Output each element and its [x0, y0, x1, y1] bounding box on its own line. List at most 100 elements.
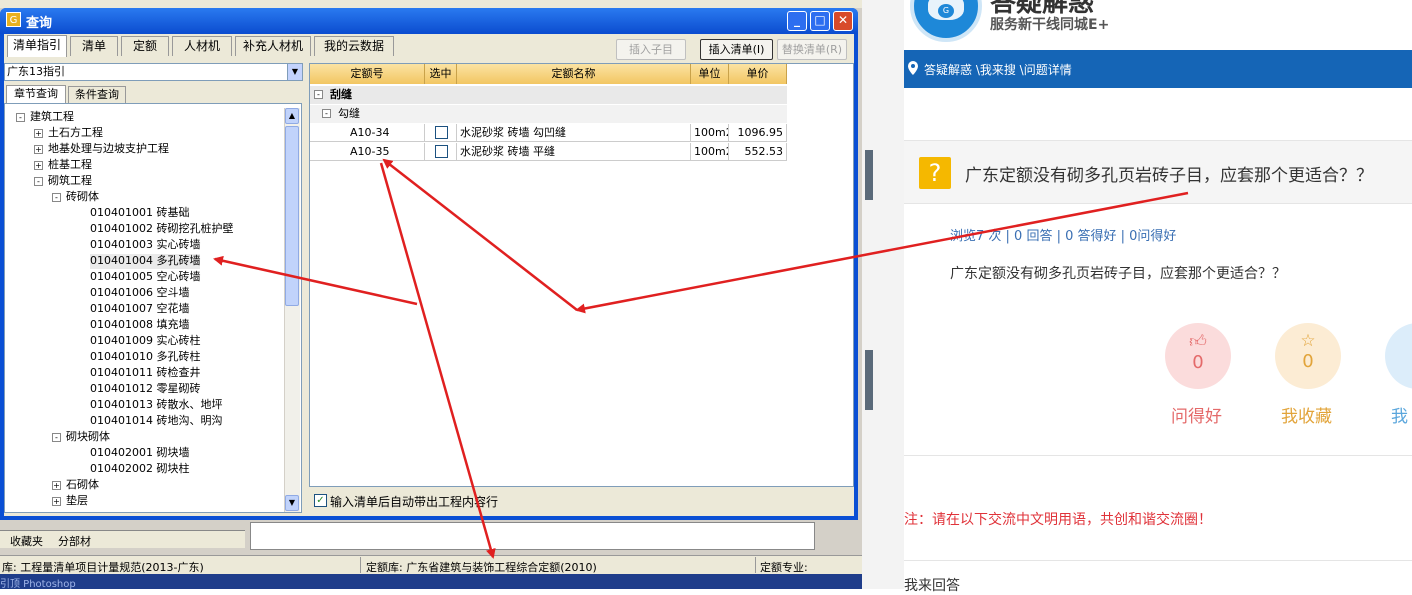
- third-action-label[interactable]: 我: [1391, 402, 1408, 427]
- scroll-down-icon[interactable]: ▼: [285, 495, 299, 511]
- chevron-down-icon[interactable]: ▼: [287, 64, 302, 80]
- collapse-icon[interactable]: -: [52, 433, 61, 442]
- page-gutter: [862, 0, 904, 589]
- civility-notice: 注：请在以下交流中文明用语，共创和谐交流圈！: [904, 512, 1212, 528]
- tab-list-guide[interactable]: 清单指引: [7, 35, 67, 57]
- group-row-scrape-joint[interactable]: - 刮缝: [310, 86, 787, 104]
- background-bottom-tabs: 收藏夹 分部材: [0, 530, 245, 548]
- collapse-icon[interactable]: -: [314, 90, 323, 99]
- tree-node[interactable]: 010401013 砖散水、地坪: [90, 398, 222, 413]
- web-page: [862, 0, 1412, 589]
- favorite-label[interactable]: 我收藏: [1281, 402, 1332, 427]
- insert-child-button[interactable]: 插入子目: [616, 39, 686, 60]
- tab-labor-material[interactable]: 人材机: [172, 36, 232, 56]
- quota-name-cell: 水泥砂浆 砖墙 平缝: [457, 143, 691, 161]
- scroll-up-icon[interactable]: ▲: [285, 108, 299, 124]
- group-row-pointing[interactable]: - 勾缝: [310, 105, 787, 123]
- tree-node[interactable]: 010401002 砖砌挖孔桩护壁: [90, 222, 233, 237]
- row-select-checkbox[interactable]: [435, 126, 448, 139]
- quota-code-cell: A10-35: [310, 143, 425, 161]
- table-row[interactable]: A10-35 水泥砂浆 砖墙 平缝 100m2 552.53: [310, 143, 787, 161]
- tree-node[interactable]: 010401003 实心砖墙: [90, 238, 200, 253]
- divider: [904, 560, 1412, 561]
- collapse-icon[interactable]: -: [52, 193, 61, 202]
- favorite-button[interactable]: ☆ 0: [1275, 323, 1341, 389]
- guide-library-select[interactable]: 广东13指引: [4, 63, 303, 81]
- tree-node[interactable]: 建筑工程: [30, 110, 74, 125]
- tree-node[interactable]: 010401004 多孔砖墙: [90, 254, 201, 269]
- expand-icon[interactable]: +: [52, 497, 61, 506]
- collapse-icon[interactable]: -: [322, 109, 331, 118]
- row-select-checkbox[interactable]: [435, 145, 448, 158]
- maximize-button[interactable]: □: [810, 11, 830, 31]
- tree-node[interactable]: 010401005 空心砖墙: [90, 270, 200, 285]
- status-quota-major: 定额专业:: [760, 561, 808, 574]
- group-label: 刮缝: [330, 88, 352, 101]
- status-list-library: 库: 工程量清单项目计量规范(2013-广东): [2, 561, 204, 574]
- close-button[interactable]: ✕: [833, 11, 853, 31]
- tree-node[interactable]: 砌筑工程: [48, 174, 92, 189]
- tab-list[interactable]: 清单: [70, 36, 118, 56]
- dialog-title: 查询: [26, 16, 53, 31]
- divider: [904, 455, 1412, 456]
- tree-node[interactable]: 010401009 实心砖柱: [90, 334, 200, 349]
- auto-content-checkbox[interactable]: ✓: [314, 494, 327, 507]
- tree-node[interactable]: 010402002 砌块柱: [90, 462, 189, 477]
- tree-node[interactable]: 垫层: [66, 494, 88, 509]
- column-header-unit[interactable]: 单位: [691, 64, 729, 84]
- tree-node[interactable]: 010402001 砌块墙: [90, 446, 189, 461]
- tree-node[interactable]: 010401007 空花墙: [90, 302, 189, 317]
- column-header-quota-name[interactable]: 定额名称: [457, 64, 691, 84]
- auto-content-label: 输入清单后自动带出工程内容行: [330, 495, 499, 509]
- good-question-label[interactable]: 问得好: [1171, 402, 1222, 427]
- dialog-titlebar[interactable]: [0, 8, 858, 34]
- tree-node[interactable]: 砖砌体: [66, 190, 99, 205]
- expand-icon[interactable]: +: [52, 481, 61, 490]
- tab-favorites[interactable]: 收藏夹: [10, 533, 43, 549]
- tab-cloud-data[interactable]: 我的云数据: [314, 36, 394, 56]
- collapse-icon[interactable]: -: [34, 177, 43, 186]
- expand-icon[interactable]: +: [34, 161, 43, 170]
- unit-cell: 100m2: [691, 124, 729, 142]
- table-row[interactable]: A10-34 水泥砂浆 砖墙 勾凹缝 100m2 1096.95: [310, 124, 787, 142]
- expand-icon[interactable]: +: [34, 129, 43, 138]
- column-header-quota-code[interactable]: 定额号: [310, 64, 425, 84]
- tree-scrollbar-thumb[interactable]: [285, 126, 299, 306]
- tree-node[interactable]: 010401011 砖检查井: [90, 366, 200, 381]
- tab-quota[interactable]: 定额: [121, 36, 169, 56]
- question-mark-icon: ?: [919, 157, 951, 189]
- tab-chapter-search[interactable]: 章节查询: [6, 85, 66, 103]
- quota-code-cell: A10-34: [310, 124, 425, 142]
- background-toolbar-strip: [0, 0, 862, 8]
- breadcrumb[interactable]: 答疑解惑 \我来搜 \问题详情: [924, 61, 1072, 78]
- insert-list-button[interactable]: 插入清单(I): [700, 39, 773, 60]
- tree-node[interactable]: 土石方工程: [48, 126, 103, 141]
- tab-condition-search[interactable]: 条件查询: [68, 86, 126, 103]
- tree-node[interactable]: 桩基工程: [48, 158, 92, 173]
- tree-node[interactable]: 010401012 零星砌砖: [90, 382, 200, 397]
- column-header-selected[interactable]: 选中: [425, 64, 457, 84]
- tree-node[interactable]: 010401014 砖地沟、明沟: [90, 414, 222, 429]
- thumbs-up-icon: 👍︎: [1189, 332, 1207, 352]
- group-label: 勾缝: [338, 107, 360, 120]
- tab-extra-labor-material[interactable]: 补充人材机: [235, 36, 311, 56]
- tree-node[interactable]: 010401010 多孔砖柱: [90, 350, 200, 365]
- collapse-icon[interactable]: -: [16, 113, 25, 122]
- tab-division[interactable]: 分部材: [58, 533, 91, 549]
- tree-node[interactable]: 砌块砌体: [66, 430, 110, 445]
- breadcrumb-bar: 答疑解惑 \我来搜 \问题详情: [904, 50, 1412, 88]
- status-bar: 库: 工程量清单项目计量规范(2013-广东) 定额库: 广东省建筑与装饰工程综…: [0, 555, 862, 574]
- status-quota-library: 定额库: 广东省建筑与装饰工程综合定额(2010): [366, 561, 597, 574]
- expand-icon[interactable]: +: [34, 145, 43, 154]
- tree-node[interactable]: 010401008 填充墙: [90, 318, 189, 333]
- tree-node[interactable]: 地基处理与边坡支护工程: [48, 142, 169, 157]
- tree-node[interactable]: 010401006 空斗墙: [90, 286, 189, 301]
- tree-node[interactable]: 石砌体: [66, 478, 99, 493]
- column-header-price[interactable]: 单价: [729, 64, 787, 84]
- replace-list-button[interactable]: 替换清单(R): [777, 39, 847, 60]
- minimize-button[interactable]: _: [787, 11, 807, 31]
- question-stats[interactable]: 浏览7 次 | 0 回答 | 0 答得好 | 0问得好: [950, 225, 1176, 244]
- good-question-button[interactable]: 👍︎ 0: [1165, 323, 1231, 389]
- tree-node[interactable]: 010401001 砖基础: [90, 206, 189, 221]
- taskbar-label[interactable]: 引顶 Photoshop: [0, 575, 76, 590]
